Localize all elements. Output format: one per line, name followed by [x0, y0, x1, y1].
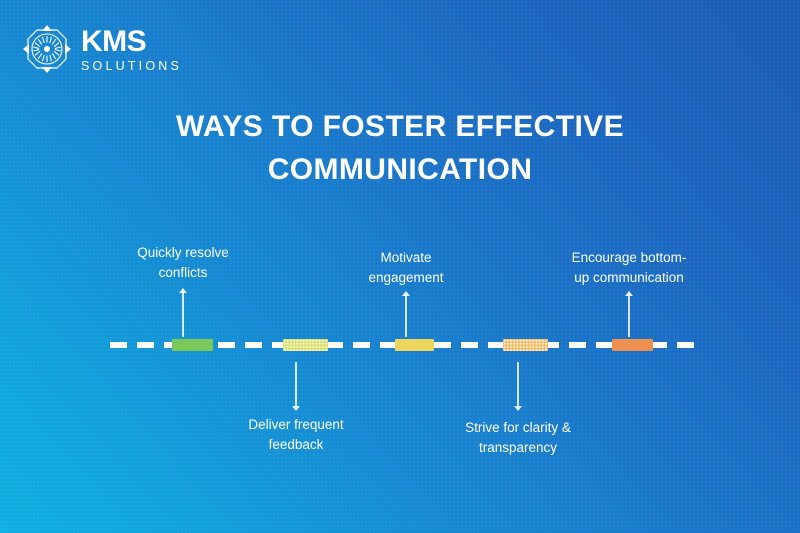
brand-name: KMS	[81, 25, 147, 59]
infographic-poster: KMS SOLUTIONS WAYS TO FOSTER EFFECTIVE C…	[0, 0, 800, 533]
callout-arrowhead-quickly-resolve-conflicts	[179, 288, 187, 293]
callout-label-line-2: up communication	[574, 269, 684, 285]
callout-arrowhead-deliver-frequent-feedback	[292, 406, 300, 411]
callout-label-line-1: Motivate	[380, 250, 432, 265]
callout-label-line-2: feedback	[268, 436, 324, 452]
callout-connector-strive-for-clarity-transparency	[517, 362, 519, 406]
timeline-marker-2	[282, 339, 328, 351]
callout-connector-deliver-frequent-feedback	[295, 362, 297, 406]
callout-motivate-engagement: Motivate engagement	[326, 248, 486, 287]
callout-connector-motivate-engagement	[405, 296, 407, 337]
callout-quickly-resolve-conflicts: Quickly resolve conflicts	[103, 243, 263, 282]
brand-wordmark: KMS SOLUTIONS	[81, 25, 182, 73]
callout-deliver-frequent-feedback: Deliver frequent feedback	[216, 415, 376, 454]
callout-arrowhead-motivate-engagement	[402, 291, 410, 296]
callout-label-line-1: Encourage bottom-	[571, 250, 687, 265]
callout-encourage-bottom-up-communication: Encourage bottom-up communication	[549, 248, 709, 287]
callout-arrowhead-encourage-bottom-up-communication	[625, 291, 633, 296]
timeline-marker-1	[171, 339, 214, 351]
callout-label-line-1: Deliver frequent	[248, 417, 344, 432]
callout-arrowhead-strive-for-clarity-transparency	[514, 406, 522, 411]
callout-label-line-2: engagement	[368, 269, 444, 285]
brand-logo: KMS SOLUTIONS	[22, 24, 182, 74]
timeline-marker-5	[611, 339, 653, 351]
callout-connector-quickly-resolve-conflicts	[182, 293, 184, 337]
starburst-mandala-icon	[23, 25, 71, 73]
callout-connector-encourage-bottom-up-communication	[628, 296, 630, 337]
timeline-marker-3	[394, 339, 434, 351]
callout-label-line-1: Quickly resolve	[137, 245, 229, 260]
callout-strive-for-clarity-transparency: Strive for clarity & transparency	[438, 418, 598, 457]
callout-label-line-1: Strive for clarity &	[465, 420, 571, 435]
timeline	[110, 339, 700, 351]
brand-tagline: SOLUTIONS	[81, 59, 183, 74]
page-title-line-1: WAYS TO FOSTER EFFECTIVE	[176, 110, 624, 143]
callout-label-line-2: conflicts	[158, 264, 208, 280]
page-title-line-2: COMMUNICATION	[267, 152, 533, 186]
timeline-marker-4	[502, 339, 548, 351]
page-title: WAYS TO FOSTER EFFECTIVE COMMUNICATION	[0, 106, 800, 191]
callout-label-line-2: transparency	[478, 439, 558, 455]
